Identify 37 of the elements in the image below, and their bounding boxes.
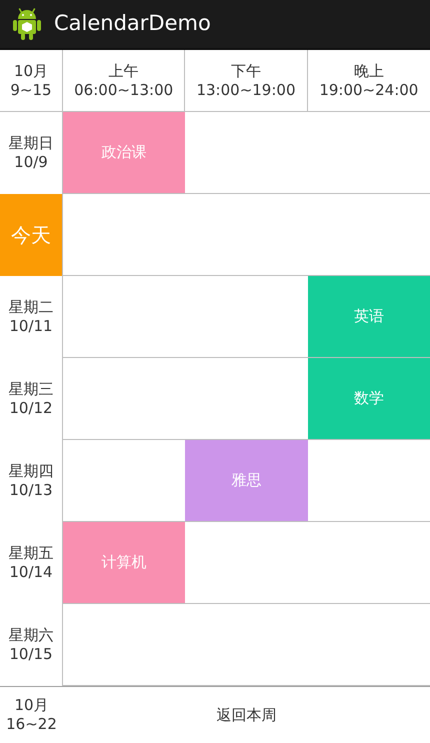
day-label: 10/14 <box>9 563 53 582</box>
android-robot-icon <box>12 7 42 41</box>
period-time: 19:00~24:00 <box>319 80 418 100</box>
day-label: 星期日 <box>8 134 54 153</box>
period-name: 晚上 <box>354 62 384 80</box>
period-name: 下午 <box>230 62 261 80</box>
next-week-label: 16~22 <box>6 715 57 734</box>
course-name: 政治课 <box>102 142 147 164</box>
course-name: 计算机 <box>102 552 147 574</box>
day-label: 星期六 <box>8 626 54 645</box>
today-label: 今天 <box>11 222 51 249</box>
next-week-label: 10月 <box>14 696 49 715</box>
course-name: 雅思 <box>231 470 262 492</box>
week-range-label: 10月 <box>14 62 48 80</box>
course-block[interactable]: 英语 <box>308 276 430 358</box>
week-range-label: 9~15 <box>10 80 52 100</box>
period-time: 13:00~19:00 <box>196 80 296 100</box>
course-block[interactable]: 雅思 <box>185 440 308 522</box>
today-cell[interactable]: 今天 <box>0 194 63 276</box>
app-title: CalendarDemo <box>54 10 211 38</box>
day-label: 10/15 <box>9 645 53 664</box>
day-label: 星期五 <box>8 544 54 563</box>
course-name: 数学 <box>354 388 384 410</box>
day-label: 星期二 <box>8 298 54 317</box>
period-time: 06:00~13:00 <box>74 80 174 100</box>
day-label: 10/9 <box>14 153 48 172</box>
course-name: 英语 <box>354 306 384 328</box>
course-block[interactable]: 政治课 <box>63 112 186 194</box>
period-name: 上午 <box>108 62 139 80</box>
course-block[interactable]: 数学 <box>308 358 430 440</box>
day-label: 10/12 <box>9 399 53 418</box>
day-label: 10/13 <box>9 481 53 500</box>
course-block[interactable]: 计算机 <box>63 522 186 604</box>
day-label: 星期三 <box>8 380 54 399</box>
day-label: 星期四 <box>8 462 54 481</box>
day-label: 10/11 <box>9 317 53 336</box>
back-to-this-week-button[interactable]: 返回本周 <box>63 687 430 743</box>
